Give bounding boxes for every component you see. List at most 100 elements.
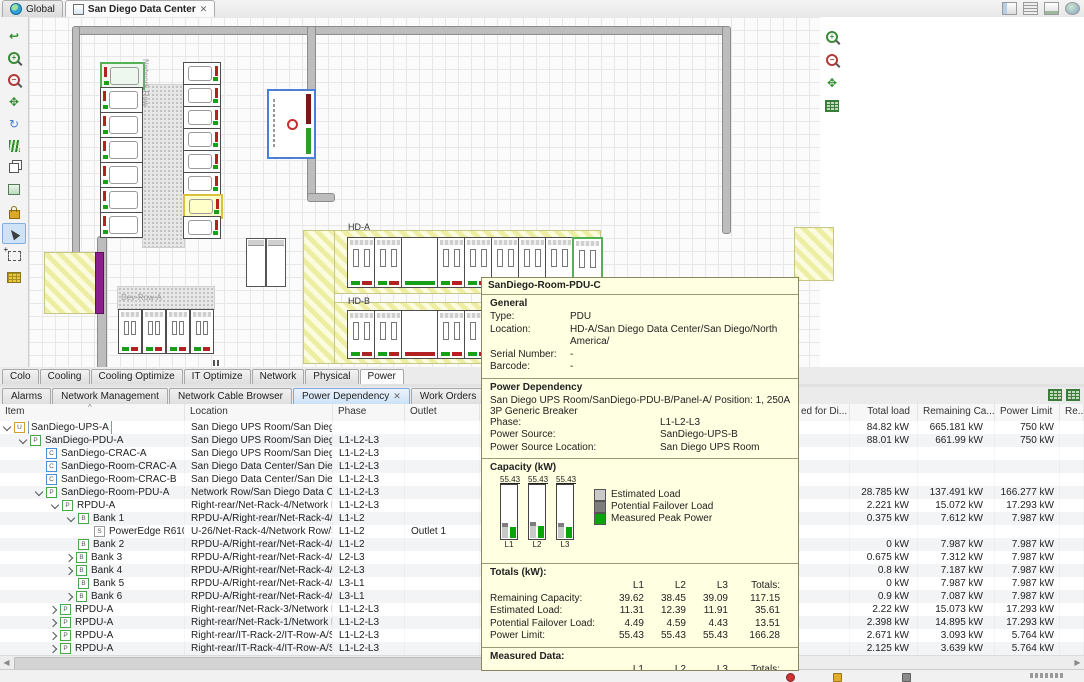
totals-value: 4.43 <box>686 618 728 631</box>
close-tab-icon[interactable]: ✕ <box>393 392 401 401</box>
cell-item: CSanDiego-CRAC-A <box>0 447 185 460</box>
map-tab-network[interactable]: Network <box>252 369 305 384</box>
rack[interactable] <box>183 106 221 129</box>
panel-tab-alarms[interactable]: Alarms <box>2 388 51 404</box>
panel-tab-power-dependency[interactable]: Power Dependency✕ <box>293 388 410 404</box>
expander-closed-icon[interactable] <box>49 631 57 639</box>
hd-rack-unit[interactable] <box>401 237 439 288</box>
hd-rack-unit[interactable] <box>437 237 466 288</box>
expander-closed-icon[interactable] <box>65 566 73 574</box>
rack[interactable] <box>183 84 221 107</box>
hierarchy-icon[interactable] <box>1044 2 1059 15</box>
expander-closed-icon[interactable] <box>49 605 57 613</box>
rack[interactable] <box>100 137 143 163</box>
menu-icon[interactable] <box>1023 2 1038 15</box>
map-tab-cooling[interactable]: Cooling <box>40 369 90 384</box>
hd-rack-unit[interactable] <box>374 237 403 288</box>
column-header-re[interactable]: Re... <box>1060 404 1084 421</box>
hd-rack-unit[interactable] <box>437 310 466 359</box>
zoom-out-icon[interactable]: − <box>2 69 26 90</box>
copy-icon[interactable] <box>2 157 26 178</box>
column-header-remainingca[interactable]: Remaining Ca... <box>918 404 995 421</box>
electrical-panel[interactable] <box>266 238 286 287</box>
pdu-icon: P <box>60 643 71 654</box>
item-label: SanDiego-Room-PDU-A <box>61 486 169 499</box>
rack[interactable] <box>100 62 145 90</box>
column-header-outlet[interactable]: Outlet <box>405 404 480 421</box>
column-header-phase[interactable]: Phase <box>333 404 405 421</box>
map-tab-it-optimize[interactable]: IT Optimize <box>184 369 251 384</box>
rack[interactable] <box>100 87 143 113</box>
expander-open-icon[interactable] <box>3 422 11 430</box>
table-icon[interactable] <box>1048 389 1062 401</box>
rotate-view-icon[interactable]: ↻ <box>2 113 26 134</box>
column-header-item[interactable]: Item^ <box>0 404 185 421</box>
perspective-icon[interactable] <box>1065 2 1080 15</box>
crac-icon: C <box>46 448 57 459</box>
rack[interactable] <box>183 150 221 173</box>
rack[interactable] <box>100 187 143 213</box>
property-label: Barcode: <box>490 361 570 374</box>
zoom-in-icon[interactable]: + <box>2 47 26 68</box>
hd-rack-unit[interactable] <box>401 310 439 359</box>
expander-open-icon[interactable] <box>51 500 59 508</box>
hd-rack-unit[interactable] <box>347 310 376 359</box>
rack[interactable] <box>100 162 143 188</box>
expander-closed-icon[interactable] <box>49 644 57 652</box>
return-arrow-icon[interactable]: ↩ <box>2 25 26 46</box>
expander-open-icon[interactable] <box>67 513 75 521</box>
scroll-right-icon[interactable]: ▶ <box>1071 657 1084 669</box>
rack[interactable] <box>183 62 221 85</box>
expander-closed-icon[interactable] <box>65 553 73 561</box>
electrical-panel[interactable] <box>246 238 266 287</box>
pointer-icon[interactable] <box>2 223 26 244</box>
expander-open-icon[interactable] <box>35 487 43 495</box>
column-header-location[interactable]: Location <box>185 404 333 421</box>
dev-rack-unit[interactable] <box>166 309 190 354</box>
marquee-add-icon[interactable] <box>2 245 26 266</box>
dev-rack-unit[interactable] <box>118 309 142 354</box>
expander-closed-icon[interactable] <box>65 592 73 600</box>
fit-view-icon[interactable]: ✥ <box>820 72 844 93</box>
panel-tab-network-management[interactable]: Network Management <box>52 388 168 404</box>
splitter-grip[interactable] <box>217 360 219 366</box>
map-tab-physical[interactable]: Physical <box>305 369 358 384</box>
map-tab-cooling-optimize[interactable]: Cooling Optimize <box>91 369 183 384</box>
splitter-grip[interactable] <box>213 360 215 366</box>
grid-icon[interactable] <box>2 267 26 288</box>
dev-rack-unit[interactable] <box>142 309 166 354</box>
zoom-out-icon[interactable]: − <box>820 49 844 70</box>
rack[interactable] <box>100 112 143 138</box>
rack[interactable] <box>100 212 143 238</box>
zoom-in-icon[interactable]: + <box>820 26 844 47</box>
fit-view-icon[interactable]: ✥ <box>2 91 26 112</box>
hd-rack-unit[interactable] <box>374 310 403 359</box>
rack[interactable] <box>183 172 221 195</box>
expander-closed-icon[interactable] <box>49 618 57 626</box>
lock-icon[interactable] <box>2 201 26 222</box>
scroll-left-icon[interactable]: ◀ <box>0 657 13 669</box>
cell-location: San Diego Data Center/San Diego/... <box>185 473 333 486</box>
restore-pane-icon[interactable] <box>1002 2 1017 15</box>
totals-col-label: L3 <box>686 664 728 672</box>
column-header-totalload[interactable]: Total load <box>850 404 918 421</box>
paste-icon[interactable] <box>2 179 26 200</box>
grid-view-icon[interactable] <box>820 95 844 116</box>
map-tab-colo[interactable]: Colo <box>2 369 39 384</box>
panel-tab-network-cable-browser[interactable]: Network Cable Browser <box>169 388 292 404</box>
cell-power-limit: 166.277 kW <box>995 486 1060 499</box>
editor-tab-global[interactable]: Global <box>2 0 63 17</box>
editor-tab-san-diego-data-center[interactable]: San Diego Data Center✕ <box>65 0 215 17</box>
dev-rack-unit[interactable] <box>190 309 214 354</box>
table-export-icon[interactable] <box>1066 389 1080 401</box>
map-tab-power[interactable]: Power <box>360 369 404 384</box>
hd-rack-unit[interactable] <box>347 237 376 288</box>
close-tab-icon[interactable]: ✕ <box>200 5 208 14</box>
rack[interactable] <box>183 128 221 151</box>
airflow-icon[interactable] <box>2 135 26 156</box>
rack[interactable] <box>183 216 221 239</box>
expander-open-icon[interactable] <box>19 435 27 443</box>
power-panel-unit[interactable] <box>267 89 316 159</box>
column-header-powerlimit[interactable]: Power Limit <box>995 404 1060 421</box>
panel-tab-work-orders[interactable]: Work Orders <box>411 388 486 404</box>
